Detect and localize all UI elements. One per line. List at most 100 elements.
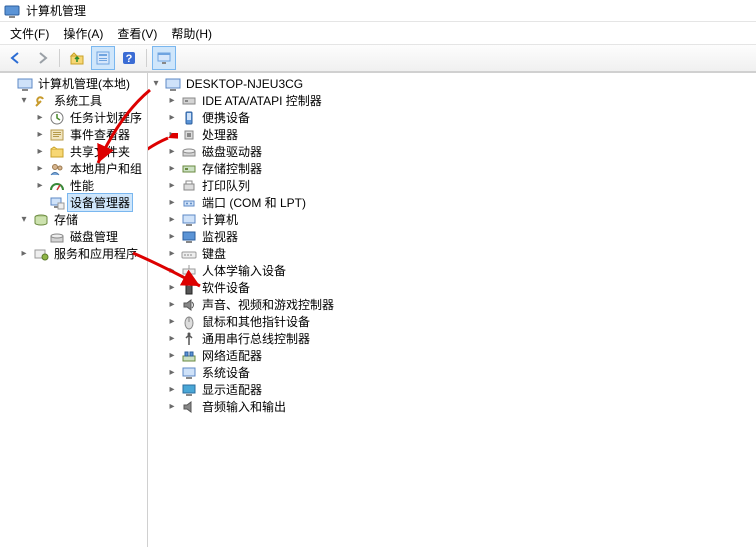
chevron-right-icon[interactable]: ▸: [166, 146, 178, 158]
tree-label: 共享文件夹: [68, 143, 132, 160]
toolbar-refresh-button[interactable]: [152, 46, 176, 70]
tree-root-local[interactable]: ▶ 计算机管理(本地): [2, 75, 147, 92]
tree-label: 键盘: [200, 245, 228, 262]
chevron-right-icon[interactable]: ▸: [166, 231, 178, 243]
chevron-right-icon[interactable]: ▸: [34, 146, 46, 158]
chevron-right-icon[interactable]: ▸: [34, 163, 46, 175]
chevron-right-icon[interactable]: ▸: [166, 316, 178, 328]
device-item-ide-ata[interactable]: ▸ IDE ATA/ATAPI 控制器: [166, 92, 756, 109]
chevron-right-icon[interactable]: ▸: [166, 112, 178, 124]
chevron-right-icon[interactable]: ▸: [166, 333, 178, 345]
task-scheduler-icon: [49, 110, 65, 126]
tree-services[interactable]: ▸ 服务和应用程序: [18, 245, 147, 262]
services-icon: [33, 246, 49, 262]
device-manager-icon: [49, 195, 65, 211]
tree-label: IDE ATA/ATAPI 控制器: [200, 92, 324, 109]
tree-storage[interactable]: ▾ 存储: [18, 211, 147, 228]
tree-label: 网络适配器: [200, 347, 264, 364]
device-item-portable[interactable]: ▸便携设备: [166, 109, 756, 126]
chevron-down-icon[interactable]: ▾: [150, 78, 162, 90]
chevron-right-icon[interactable]: ▸: [166, 163, 178, 175]
mouse-icon: [181, 314, 197, 330]
chevron-right-icon[interactable]: ▸: [34, 129, 46, 141]
chevron-right-icon[interactable]: ▸: [166, 248, 178, 260]
cpu-icon: [181, 127, 197, 143]
tree-item-local-users[interactable]: ▸本地用户和组: [34, 160, 147, 177]
chevron-right-icon[interactable]: ▸: [166, 350, 178, 362]
device-tree-root[interactable]: ▾ DESKTOP-NJEU3CG: [150, 75, 756, 92]
tree-label: 端口 (COM 和 LPT): [200, 194, 308, 211]
device-item-monitors[interactable]: ▸ 监视器: [166, 228, 756, 245]
menu-file[interactable]: 文件(F): [4, 23, 55, 44]
device-item-disk-drives[interactable]: ▸磁盘驱动器: [166, 143, 756, 160]
device-item-usb[interactable]: ▸通用串行总线控制器: [166, 330, 756, 347]
device-item-mouse[interactable]: ▸ 鼠标和其他指针设备: [166, 313, 756, 330]
tree-label: 任务计划程序: [68, 109, 144, 126]
tree-label: 设备管理器: [67, 193, 133, 212]
toolbar-forward-button[interactable]: [30, 46, 54, 70]
menu-view[interactable]: 查看(V): [111, 23, 163, 44]
chevron-down-icon[interactable]: ▾: [18, 95, 30, 107]
tree-item-device-manager[interactable]: ▸设备管理器: [34, 194, 147, 211]
chevron-right-icon[interactable]: ▸: [166, 384, 178, 396]
chevron-right-icon[interactable]: ▸: [166, 129, 178, 141]
device-item-computer[interactable]: ▸计算机: [166, 211, 756, 228]
chevron-right-icon[interactable]: ▸: [166, 95, 178, 107]
toolbar-help-button[interactable]: ?: [117, 46, 141, 70]
tree-label: 系统工具: [52, 92, 104, 109]
toolbar-properties-button[interactable]: [91, 46, 115, 70]
tree-label: 软件设备: [200, 279, 252, 296]
tree-label: 音频输入和输出: [200, 398, 288, 415]
menu-help[interactable]: 帮助(H): [165, 23, 218, 44]
device-item-network[interactable]: ▸ 网络适配器: [166, 347, 756, 364]
tree-item-performance[interactable]: ▸ 性能: [34, 177, 147, 194]
device-item-sound[interactable]: ▸声音、视频和游戏控制器: [166, 296, 756, 313]
tree-item-task-scheduler[interactable]: ▸ 任务计划程序: [34, 109, 147, 126]
tree-label: 服务和应用程序: [52, 245, 140, 262]
chevron-right-icon[interactable]: ▸: [166, 282, 178, 294]
tree-item-event-viewer[interactable]: ▸事件查看器: [34, 126, 147, 143]
device-item-software-dev[interactable]: ▸ 软件设备: [166, 279, 756, 296]
tree-label: 显示适配器: [200, 381, 264, 398]
device-item-audio-io[interactable]: ▸ 音频输入和输出: [166, 398, 756, 415]
tree-label: 鼠标和其他指针设备: [200, 313, 312, 330]
device-item-print-queues[interactable]: ▸打印队列: [166, 177, 756, 194]
device-item-keyboards[interactable]: ▸ 键盘: [166, 245, 756, 262]
menu-action[interactable]: 操作(A): [57, 23, 109, 44]
chevron-right-icon[interactable]: ▸: [34, 112, 46, 124]
chevron-right-icon[interactable]: ▸: [166, 265, 178, 277]
chevron-right-icon[interactable]: ▸: [166, 367, 178, 379]
tree-item-shared-folders[interactable]: ▸ 共享文件夹: [34, 143, 147, 160]
device-item-storage-ctrl[interactable]: ▸存储控制器: [166, 160, 756, 177]
toolbar-back-button[interactable]: [4, 46, 28, 70]
chevron-down-icon[interactable]: ▾: [18, 214, 30, 226]
tree-system-tools[interactable]: ▾ 系统工具: [18, 92, 147, 109]
tree-item-disk-management[interactable]: ▸磁盘管理: [34, 228, 147, 245]
left-tree[interactable]: ▶ 计算机管理(本地) ▾ 系统工具: [0, 73, 148, 547]
device-item-display[interactable]: ▸ 显示适配器: [166, 381, 756, 398]
computer-icon: [181, 212, 197, 228]
device-item-hid[interactable]: ▸人体学输入设备: [166, 262, 756, 279]
chevron-right-icon[interactable]: ▸: [34, 180, 46, 192]
performance-icon: [49, 178, 65, 194]
right-tree[interactable]: ▾ DESKTOP-NJEU3CG ▸ IDE ATA/ATAPI 控制器▸便携设…: [148, 73, 756, 547]
svg-text:?: ?: [126, 53, 133, 65]
local-users-icon: [49, 161, 65, 177]
toolbar-up-button[interactable]: [65, 46, 89, 70]
chevron-right-icon[interactable]: ▸: [18, 248, 30, 260]
system-dev-icon: [181, 365, 197, 381]
chevron-right-icon[interactable]: ▸: [166, 401, 178, 413]
audio-io-icon: [181, 399, 197, 415]
chevron-right-icon[interactable]: ▸: [166, 180, 178, 192]
tree-label: 性能: [68, 177, 96, 194]
toolbar-separator: [59, 49, 60, 67]
chevron-right-icon[interactable]: ▸: [166, 299, 178, 311]
tree-label: 监视器: [200, 228, 240, 245]
device-item-system-dev[interactable]: ▸系统设备: [166, 364, 756, 381]
device-item-ports[interactable]: ▸ 端口 (COM 和 LPT): [166, 194, 756, 211]
device-item-cpu[interactable]: ▸处理器: [166, 126, 756, 143]
tree-label: DESKTOP-NJEU3CG: [184, 77, 305, 91]
monitors-icon: [181, 229, 197, 245]
chevron-right-icon[interactable]: ▸: [166, 214, 178, 226]
chevron-right-icon[interactable]: ▸: [166, 197, 178, 209]
